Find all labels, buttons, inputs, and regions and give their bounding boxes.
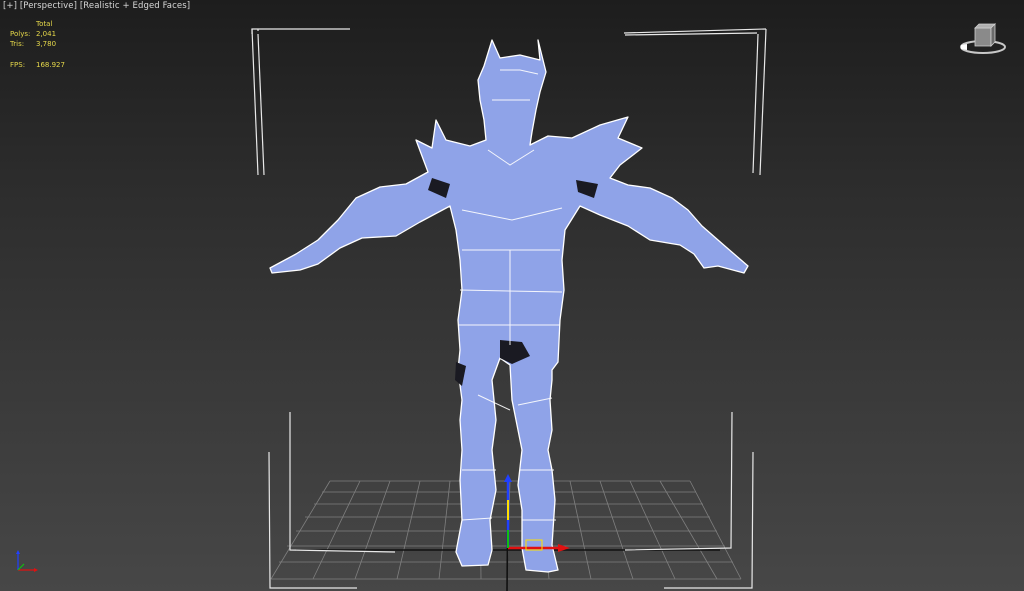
tris-value: 3,780 [36,40,57,48]
tris-label: Tris: [10,40,25,48]
axis-tripod-icon [16,550,38,572]
perspective-viewport[interactable]: [+] [Perspective] [Realistic + Edged Fac… [0,0,1024,591]
home-grid [270,480,742,580]
stats-header: Total [36,20,53,28]
viewport-point-of-view-menu[interactable]: [Perspective] [20,1,77,11]
polys-value: 2,041 [36,30,57,38]
fps-label: FPS: [10,61,26,69]
viewport-label-menu: [+] [Perspective] [Realistic + Edged Fac… [3,1,190,11]
viewport-plus-menu[interactable]: [+] [3,1,17,11]
scene-canvas[interactable] [0,0,1024,591]
statistics-overlay: Total Polys: 2,041 Tris: 3,780 FPS: 168.… [10,20,90,71]
view-cube-icon[interactable] [958,22,1008,58]
polys-label: Polys: [10,30,31,38]
fps-value: 168.927 [36,61,65,69]
viewport-shading-menu[interactable]: [Realistic + Edged Faces] [80,1,190,11]
